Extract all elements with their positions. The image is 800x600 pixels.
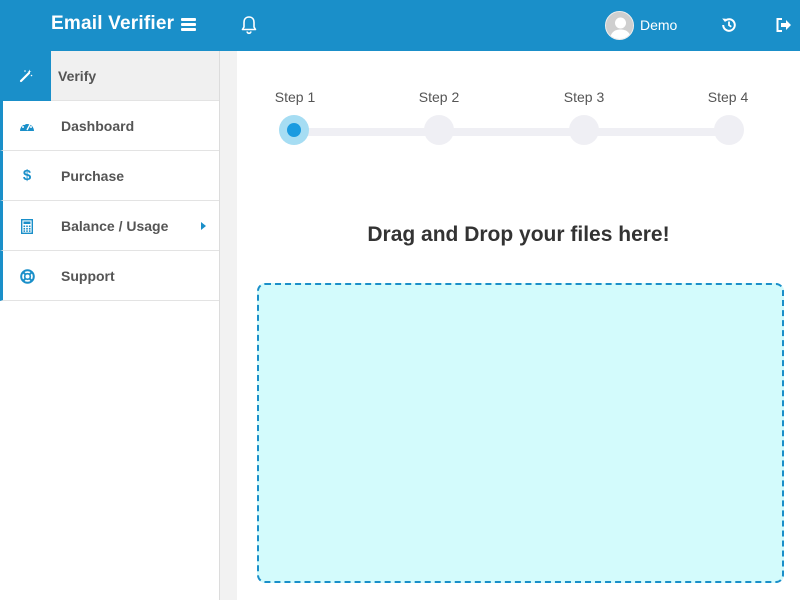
user-avatar[interactable] <box>605 11 634 40</box>
app-title[interactable]: Email Verifier <box>51 13 174 35</box>
sidebar-item-verify[interactable]: Verify <box>0 51 219 101</box>
dollar-icon: $ <box>22 167 32 184</box>
sidebar-item-purchase[interactable]: $ Purchase <box>0 151 219 201</box>
caret-right-icon <box>201 222 206 230</box>
step-label: Step 4 <box>707 89 749 105</box>
calculator-icon <box>17 216 37 236</box>
step-2: Step 2 <box>409 89 469 105</box>
notification-bell-icon[interactable] <box>240 15 258 35</box>
logout-icon[interactable] <box>775 16 793 34</box>
sidebar-item-label: Purchase <box>61 168 125 184</box>
step-1-indicator[interactable] <box>279 115 309 145</box>
sidebar-item-balance-usage[interactable]: Balance / Usage <box>0 201 219 251</box>
sidebar-item-label: Verify <box>58 68 97 84</box>
top-bar: Email Verifier Demo <box>0 0 800 51</box>
step-1: Step 1 <box>265 89 325 105</box>
step-progress-track <box>294 128 731 136</box>
step-4: Step 4 <box>698 89 758 105</box>
step-3-indicator[interactable] <box>569 115 599 145</box>
step-label: Step 1 <box>274 89 316 105</box>
sidebar-item-dashboard[interactable]: Dashboard <box>0 101 219 151</box>
dropzone-title: Drag and Drop your files here! <box>367 223 670 246</box>
magic-wand-icon <box>0 51 51 101</box>
sidebar-item-label: Dashboard <box>61 118 135 134</box>
main-content: Step 1 Step 2 Step 3 Step 4 Drag and Dro… <box>237 51 800 600</box>
history-icon[interactable] <box>720 16 738 34</box>
user-name[interactable]: Demo <box>640 17 677 33</box>
life-ring-icon <box>17 266 37 286</box>
step-2-indicator[interactable] <box>424 115 454 145</box>
sidebar-item-label: Balance / Usage <box>61 218 169 234</box>
step-4-indicator[interactable] <box>714 115 744 145</box>
sidebar: Verify Dashboard $ Purchase Balance / Us… <box>0 51 220 600</box>
step-label: Step 2 <box>418 89 460 105</box>
menu-toggle-icon[interactable] <box>181 18 196 31</box>
sidebar-item-label: Support <box>61 268 115 284</box>
file-dropzone[interactable] <box>257 283 784 583</box>
sidebar-item-support[interactable]: Support <box>0 251 219 301</box>
step-label: Step 3 <box>563 89 605 105</box>
step-3: Step 3 <box>554 89 614 105</box>
dashboard-icon <box>17 116 37 136</box>
